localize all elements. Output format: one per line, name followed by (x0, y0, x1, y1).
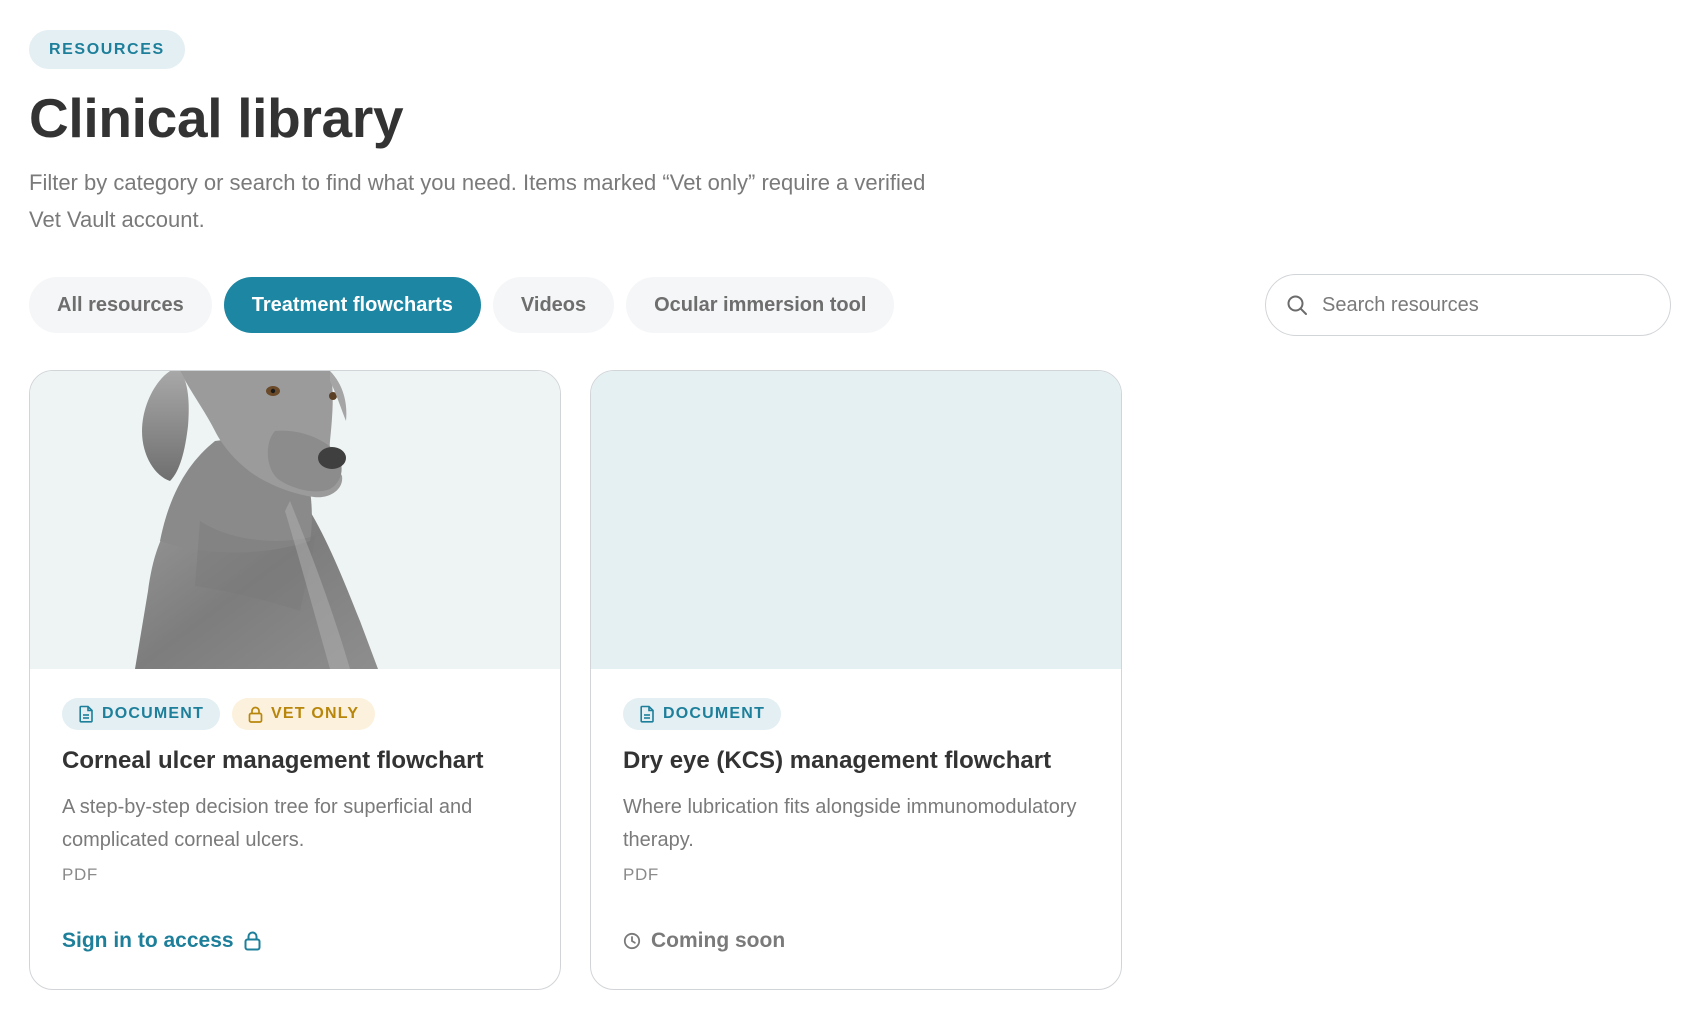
card-body: DOCUMENT Dry eye (KCS) management flowch… (591, 669, 1121, 885)
badge-label: DOCUMENT (663, 705, 766, 722)
document-badge: DOCUMENT (62, 698, 221, 730)
card-format: PDF (62, 865, 98, 884)
card-badges: DOCUMENT (623, 698, 1089, 730)
tab-treatment-flowcharts[interactable]: Treatment flowcharts (223, 277, 481, 333)
document-badge: DOCUMENT (623, 698, 782, 730)
card-format: PDF (623, 865, 659, 884)
lock-icon (248, 706, 263, 723)
card-description: A step-by-step decision tree for superfi… (62, 796, 473, 851)
search-input[interactable] (1322, 293, 1642, 317)
action-label: Sign in to access (62, 929, 234, 952)
search-icon (1284, 292, 1310, 318)
vet-only-badge: VET ONLY (232, 698, 376, 730)
resource-card[interactable]: DOCUMENT VET ONLY Corneal ulcer manageme… (29, 370, 561, 990)
dog-photo (135, 371, 378, 669)
tab-ocular-immersion-tool[interactable]: Ocular immersion tool (626, 277, 895, 333)
card-title: Dry eye (KCS) management flowchart (623, 747, 1052, 774)
card-thumbnail (30, 371, 560, 669)
action-label: Coming soon (651, 929, 786, 952)
document-icon (79, 705, 93, 723)
search-box[interactable] (1265, 274, 1671, 336)
card-body: DOCUMENT VET ONLY Corneal ulcer manageme… (30, 669, 560, 885)
page-title: Clinical library (29, 87, 404, 149)
card-title: Corneal ulcer management flowchart (62, 747, 484, 774)
sign-in-to-access-link[interactable]: Sign in to access (62, 929, 261, 953)
filter-row: All resources Treatment flowcharts Video… (29, 274, 1671, 336)
badge-label: VET ONLY (271, 705, 360, 722)
section-eyebrow: RESOURCES (29, 30, 185, 69)
badge-label: DOCUMENT (102, 705, 205, 722)
coming-soon-status: Coming soon (623, 929, 785, 953)
resource-card[interactable]: DOCUMENT Dry eye (KCS) management flowch… (590, 370, 1122, 990)
card-thumbnail-placeholder (591, 371, 1121, 669)
document-icon (640, 705, 654, 723)
tab-all-resources[interactable]: All resources (29, 277, 212, 333)
clock-icon (623, 932, 641, 950)
card-description: Where lubrication fits alongside immunom… (623, 796, 1077, 851)
tab-videos[interactable]: Videos (492, 277, 615, 333)
page-intro: Filter by category or search to find wha… (29, 170, 926, 232)
page: RESOURCES Clinical library Filter by cat… (0, 0, 1700, 1010)
resource-grid: DOCUMENT VET ONLY Corneal ulcer manageme… (29, 370, 1671, 990)
lock-icon (244, 931, 261, 951)
card-badges: DOCUMENT VET ONLY (62, 698, 528, 730)
